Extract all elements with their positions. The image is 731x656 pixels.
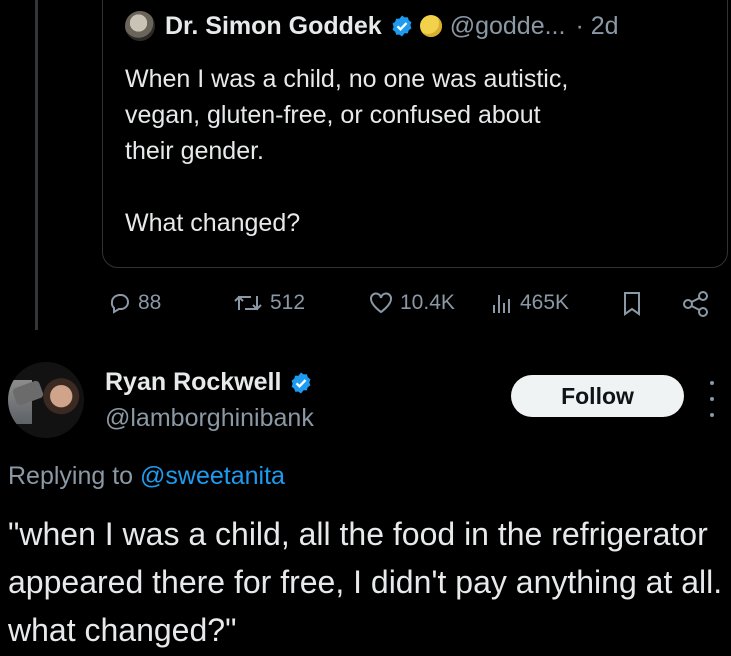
views-icon — [493, 295, 510, 313]
like-count: 10.4K — [400, 291, 455, 314]
more-dot — [710, 413, 714, 417]
reply-author-avatar[interactable] — [8, 362, 84, 438]
share-button[interactable] — [682, 291, 716, 317]
reply-author-handle[interactable]: @lamborghinibank — [105, 404, 314, 433]
quoted-author-handle[interactable]: @godde... — [450, 12, 566, 41]
reply-button[interactable]: 88 — [108, 291, 161, 315]
quoted-post-header: Dr. Simon Goddek @godde... · 2d — [125, 9, 619, 43]
reply-count: 88 — [138, 291, 162, 314]
replying-to-label: Replying to — [8, 462, 134, 490]
quoted-post-card[interactable]: Dr. Simon Goddek @godde... · 2d When I w… — [102, 0, 728, 268]
reply-author-name-row[interactable]: Ryan Rockwell — [105, 368, 313, 397]
views-button[interactable]: 465K — [490, 291, 569, 315]
verified-badge-icon — [392, 15, 412, 37]
gold-badge-icon — [419, 15, 442, 37]
replying-to-handle[interactable]: @sweetanita — [140, 462, 285, 490]
views-count: 465K — [520, 291, 570, 314]
like-button[interactable]: 10.4K — [368, 291, 455, 315]
verified-badge-icon — [292, 372, 311, 393]
follow-button[interactable]: Follow — [511, 375, 684, 417]
quoted-author-name[interactable]: Dr. Simon Goddek — [165, 12, 382, 41]
replying-to-line: Replying to @sweetanita — [8, 462, 285, 491]
reply-post-text: "when I was a child, all the food in the… — [8, 516, 723, 648]
more-dot — [710, 381, 714, 385]
reply-icon — [110, 294, 129, 314]
bookmark-button[interactable] — [622, 291, 648, 317]
quoted-post-text: When I was a child, no one was autistic,… — [125, 65, 569, 237]
like-icon — [370, 292, 392, 314]
repost-count: 512 — [270, 291, 306, 314]
more-dot — [710, 397, 714, 401]
quoted-author-avatar[interactable] — [125, 11, 155, 41]
bookmark-icon — [624, 292, 640, 316]
more-options-icon[interactable] — [706, 381, 718, 417]
repost-icon — [234, 295, 262, 311]
reply-author-name[interactable]: Ryan Rockwell — [105, 368, 281, 397]
share-icon — [683, 291, 708, 317]
action-bar: 88 512 10.4K 465K — [0, 291, 731, 321]
repost-button[interactable]: 512 — [232, 291, 305, 315]
thread-line — [35, 0, 38, 330]
quoted-post-time[interactable]: · 2d — [575, 12, 618, 41]
